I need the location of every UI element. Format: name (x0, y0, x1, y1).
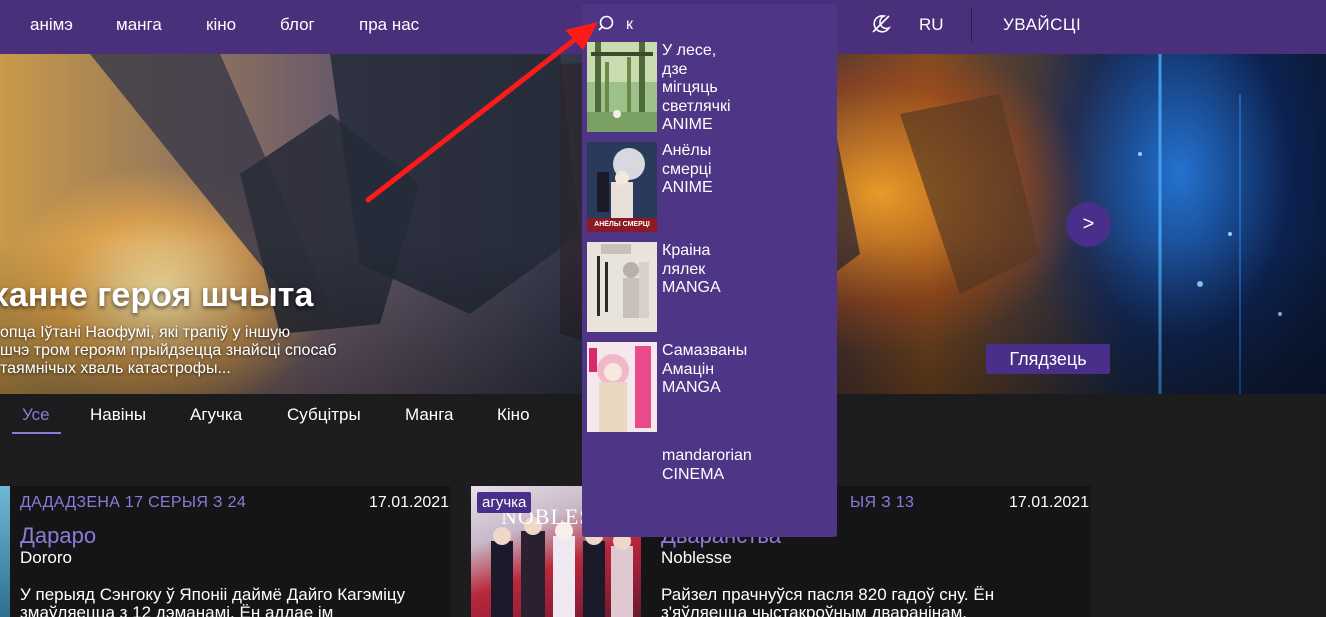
search-result-type: ANIME (662, 116, 713, 133)
card-date: 17.01.2021 (1009, 494, 1090, 511)
search-result-info: mandarorian CINEMA (662, 447, 832, 484)
card-meta: ДАДАДЗЕНА 17 СЕРЫЯ З 24 (20, 494, 247, 511)
active-tab-indicator (12, 432, 61, 434)
tab-news[interactable]: Навіны (90, 405, 146, 425)
card-text-line: з'яўляецца чыстакроўным дваранінам, (661, 603, 968, 617)
nav-link-cinema[interactable]: кіно (206, 15, 236, 35)
card-subtitle: Dororo (20, 548, 72, 567)
search-icon[interactable] (598, 15, 614, 31)
hero-description-line: шчэ тром героям прыйдзецца знайсці споса… (0, 342, 337, 359)
search-result-title-line: Самазваны (662, 342, 748, 359)
login-button[interactable]: УВАЙСЦІ (1003, 15, 1081, 35)
card-text: У перыяд Сэнгоку ў Японіі даймё Дайго Ка… (20, 586, 405, 617)
search-result-type: MANGA (662, 279, 721, 296)
search-result-title-line: лялек (662, 260, 706, 278)
search-result-title-line: дзе (662, 60, 688, 78)
search-result-item[interactable]: АНЁЛЫ СМЕРЦІ Анёлы смерці ANIME (587, 142, 832, 232)
search-result-info: Краіна лялек MANGA (662, 242, 832, 298)
card-thumbnail[interactable] (0, 486, 10, 617)
search-result-type: ANIME (662, 179, 713, 196)
card-title[interactable]: Дараро (20, 523, 96, 549)
search-result-item[interactable]: Краіна лялек MANGA (587, 242, 832, 332)
tab-subtitles[interactable]: Субцітры (287, 405, 361, 425)
card-badge: агучка (477, 492, 532, 513)
tab-dubbing[interactable]: Агучка (190, 405, 242, 425)
theme-toggle-icon[interactable] (870, 13, 892, 35)
hero-title: ханне героя шчыта (0, 276, 314, 314)
search-result-title-line: Амацін (662, 360, 715, 378)
tab-cinema[interactable]: Кіно (497, 405, 530, 425)
tab-all[interactable]: Усе (22, 405, 50, 425)
search-dropdown: У лесе, дзе мігцяць светлячкі ANIME АНЁЛ… (582, 4, 837, 537)
search-result-item[interactable]: У лесе, дзе мігцяць светлячкі ANIME (587, 42, 832, 135)
search-result-thumbnail[interactable] (587, 42, 657, 132)
hero-description-line: таямнічых хваль катастрофы... (0, 360, 231, 377)
search-input[interactable] (626, 14, 821, 36)
search-result-type: CINEMA (662, 465, 725, 483)
search-result-title-line: mandarorian (662, 447, 752, 464)
search-result-info: У лесе, дзе мігцяць светлячкі ANIME (662, 42, 832, 135)
doll-country-poster-image (587, 242, 657, 332)
watch-button[interactable]: Глядзець (986, 344, 1110, 374)
angels-of-death-poster-image (587, 142, 657, 232)
news-card[interactable]: ДАДАДЗЕНА 17 СЕРЫЯ З 24 17.01.2021 Дарар… (0, 486, 450, 617)
nav-link-manga[interactable]: манга (116, 15, 162, 35)
card-text-line: У перыяд Сэнгоку ў Японіі даймё Дайго Ка… (20, 585, 406, 604)
card-text: Райзел прачнуўся пасля 820 гадоў сну. Ён… (661, 586, 994, 617)
hero-description-line: опца Іўтані Наофумі, які трапіў у іншую (0, 324, 291, 341)
search-result-info: Анёлы смерці ANIME (662, 142, 832, 198)
search-result-title-line: светлячкі (662, 97, 731, 115)
card-subtitle: Noblesse (661, 548, 732, 567)
search-result-thumbnail[interactable] (587, 242, 657, 332)
search-result-title-line: Краіна (662, 242, 711, 259)
search-result-title-line: У лесе, (662, 42, 717, 59)
card-text-line: змаўляецца з 12 дэманамі. Ён аддае ім (20, 603, 334, 617)
nav-link-blog[interactable]: блог (280, 15, 315, 35)
search-result-title-line: мігцяць (662, 79, 718, 96)
search-result-thumbnail[interactable] (587, 342, 657, 432)
search-result-type: MANGA (662, 379, 721, 396)
nav-divider (971, 8, 972, 42)
hero-next-button[interactable]: > (1066, 202, 1111, 247)
nav-link-anime[interactable]: анімэ (30, 15, 73, 35)
search-result-title-line: Анёлы (662, 142, 712, 159)
nav-link-about[interactable]: пра нас (359, 15, 419, 35)
card-meta: ЫЯ З 13 (850, 494, 915, 511)
card-text-line: Райзел прачнуўся пасля 820 гадоў сну. Ён (661, 585, 995, 604)
card-date: 17.01.2021 (369, 494, 450, 511)
tab-manga[interactable]: Манга (405, 405, 453, 425)
search-result-title-line: смерці (662, 160, 712, 178)
search-result-item[interactable]: Самазваны Амацін MANGA (587, 342, 832, 432)
amachin-poster-image (587, 342, 657, 432)
language-switch[interactable]: RU (919, 15, 944, 35)
search-result-item[interactable]: mandarorian CINEMA (587, 447, 832, 537)
search-result-info: Самазваны Амацін MANGA (662, 342, 832, 398)
hero-description: опца Іўтані Наофумі, які трапіў у іншую … (0, 324, 400, 378)
search-result-thumbnail[interactable]: АНЁЛЫ СМЕРЦІ (587, 142, 657, 232)
forest-poster-image (587, 42, 657, 132)
search-result-thumbnail-caption: АНЁЛЫ СМЕРЦІ (594, 221, 650, 228)
